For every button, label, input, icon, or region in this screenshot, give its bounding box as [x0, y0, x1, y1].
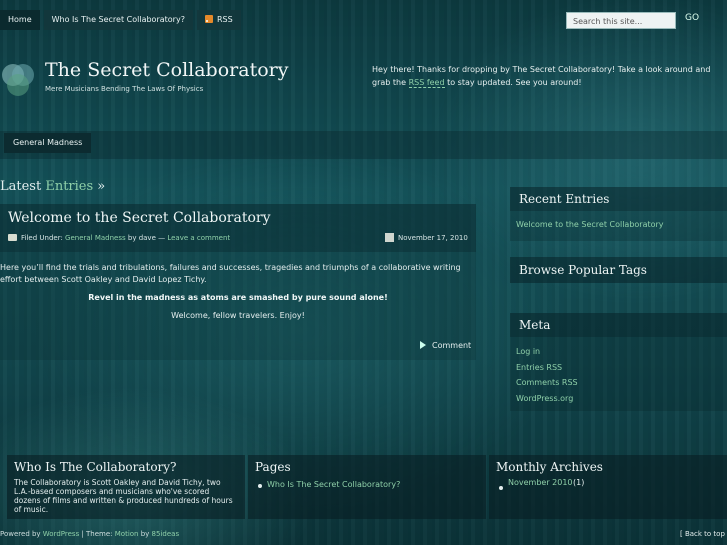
footer-credits: Powered by WordPress | Theme: Motion by …: [0, 530, 179, 538]
footer-by: by: [138, 530, 152, 538]
post-paragraph: Here you’ll find the trials and tribulat…: [0, 263, 461, 284]
wordpress-link[interactable]: WordPress: [43, 530, 79, 538]
welcome-message: Hey there! Thanks for dropping by The Se…: [372, 63, 717, 89]
search-input[interactable]: Search this site...: [566, 12, 676, 29]
site-title[interactable]: The Secret Collaboratory: [45, 59, 288, 81]
latest-entries-heading: Latest Entries »: [0, 179, 105, 194]
archive-link-nov-2010[interactable]: November 2010: [508, 478, 573, 487]
rss-icon: [204, 15, 213, 23]
post-title[interactable]: Welcome to the Secret Collaboratory: [8, 210, 270, 226]
footer-theme: | Theme:: [79, 530, 115, 538]
post-category-link[interactable]: General Madness: [65, 234, 126, 242]
search-go-button[interactable]: GO: [685, 13, 699, 23]
nav-rss[interactable]: RSS: [196, 10, 241, 30]
recent-entries-header: Recent Entries: [510, 187, 727, 211]
post-date: November 17, 2010: [385, 233, 468, 242]
meta-entries-rss-link[interactable]: Entries RSS: [516, 363, 562, 372]
popular-tags-header[interactable]: Browse Popular Tags: [510, 257, 727, 283]
recent-entry-link[interactable]: Welcome to the Secret Collaboratory: [516, 220, 664, 229]
post-closing: Welcome, fellow travelers. Enjoy!: [171, 311, 305, 320]
about-title: Who Is The Collaboratory?: [14, 460, 177, 474]
bullet-icon: [258, 484, 262, 488]
popular-tags-title: Browse Popular Tags: [519, 263, 647, 277]
about-text: The Collaboratory is Scott Oakley and Da…: [14, 478, 233, 514]
post-author: by dave —: [125, 234, 168, 242]
footer-widget-pages: Pages Who Is The Secret Collaboratory?: [248, 455, 486, 519]
post-date-text: November 17, 2010: [398, 234, 468, 242]
welcome-text-end: to stay updated. See you around!: [444, 78, 582, 87]
category-general-madness[interactable]: General Madness: [4, 133, 92, 153]
nav-who-is[interactable]: Who Is The Secret Collaboratory?: [43, 10, 193, 30]
meta-login-link[interactable]: Log in: [516, 347, 540, 356]
footer-widget-about: Who Is The Collaboratory? The Collaborat…: [7, 455, 245, 519]
bullet-icon: [499, 486, 503, 490]
meta-wordpress-link[interactable]: WordPress.org: [516, 394, 573, 403]
arrow-right-icon: [420, 341, 426, 349]
meta-header: Meta: [510, 313, 727, 337]
archive-count: (1): [573, 478, 585, 487]
nav-home[interactable]: Home: [0, 10, 40, 30]
nav-rss-label: RSS: [216, 15, 233, 24]
latest-prefix: Latest: [0, 179, 46, 194]
leave-comment-link[interactable]: Leave a comment: [167, 234, 230, 242]
comment-label: Comment: [432, 341, 472, 350]
site-tagline: Mere Musicians Bending The Laws Of Physi…: [45, 85, 204, 93]
designer-link[interactable]: 85ideas: [152, 530, 180, 538]
pages-link-who[interactable]: Who Is The Secret Collaboratory?: [267, 480, 400, 489]
calendar-icon: [385, 233, 394, 242]
post-bold-line: Revel in the madness as atoms are smashe…: [88, 293, 388, 302]
category-bar: [0, 131, 727, 159]
pages-title: Pages: [255, 460, 291, 474]
top-nav: Home Who Is The Secret Collaboratory? RS…: [0, 10, 241, 30]
comment-link[interactable]: Comment: [420, 341, 471, 350]
latest-em: Entries: [45, 179, 94, 194]
folder-icon: [8, 234, 17, 241]
meta-comments-rss-link[interactable]: Comments RSS: [516, 378, 578, 387]
archives-title: Monthly Archives: [496, 460, 603, 474]
recent-entries-title: Recent Entries: [519, 192, 610, 206]
filed-under-label: Filed Under:: [21, 234, 66, 242]
footer-powered: Powered by: [0, 530, 43, 538]
site-logo[interactable]: [0, 62, 38, 102]
rss-feed-link[interactable]: RSS feed: [408, 78, 445, 88]
footer-widget-archives: Monthly Archives November 2010 (1): [489, 455, 727, 519]
theme-link[interactable]: Motion: [115, 530, 139, 538]
back-to-top-link[interactable]: [ Back to top ]: [680, 530, 727, 538]
latest-suffix: »: [93, 179, 106, 194]
post-meta: Filed Under: General Madness by dave — L…: [8, 234, 230, 242]
meta-title: Meta: [519, 318, 551, 332]
